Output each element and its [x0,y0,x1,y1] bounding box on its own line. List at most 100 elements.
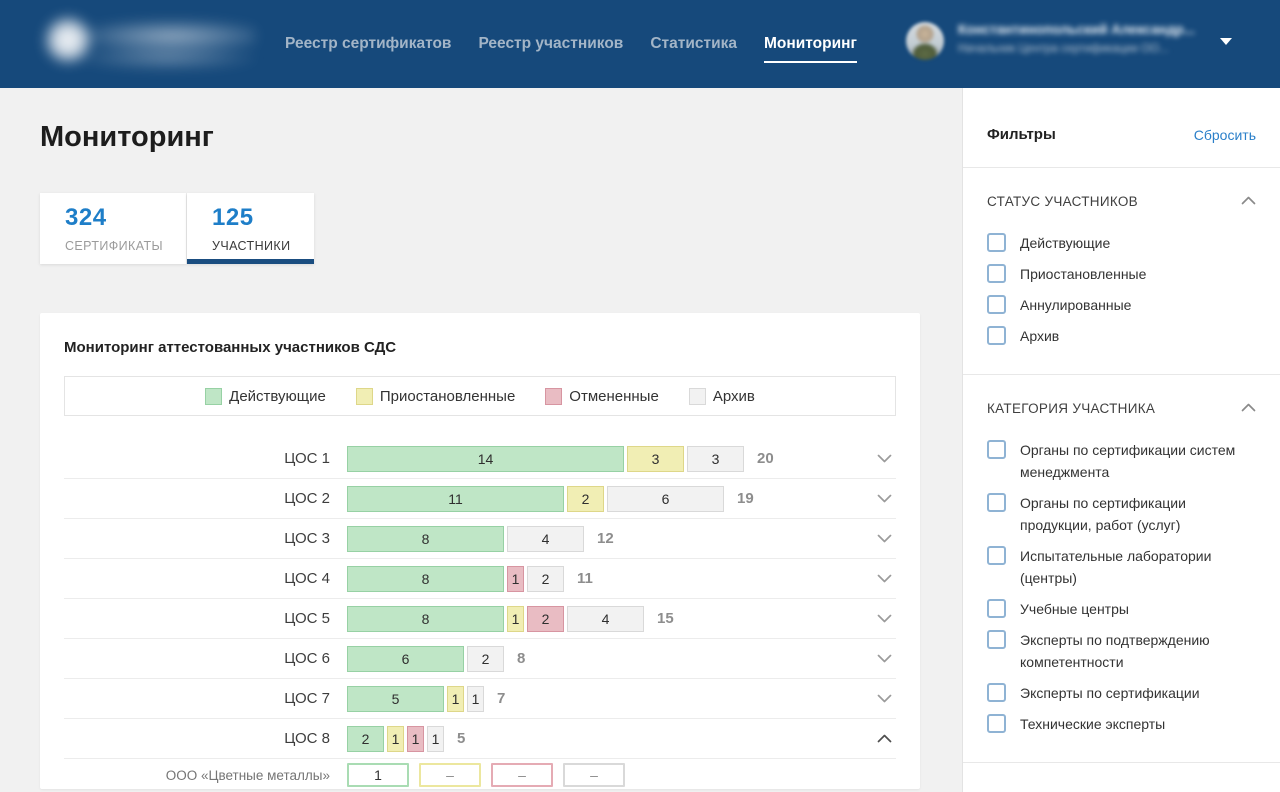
filters-reset-link[interactable]: Сбросить [1194,127,1256,143]
chart-row-1[interactable]: ЦОС 1143320 [64,439,896,479]
checkbox[interactable] [987,326,1006,345]
filter-checkbox-item[interactable]: Органы по сертификации систем менеджмент… [987,439,1256,483]
legend-label: Архив [713,388,755,405]
filters-header: Фильтры Сбросить [963,88,1280,168]
chevron-down-icon[interactable] [877,494,892,503]
monitoring-card: Мониторинг аттестованных участников СДС … [40,313,920,789]
checkbox-label: Эксперты по сертификации [1020,682,1200,704]
row-label: ЦОС 5 [64,610,330,627]
chart-row-3[interactable]: ЦОС 38412 [64,519,896,559]
legend-swatch-yellow [356,388,373,405]
chart-row-6[interactable]: ЦОС 6628 [64,639,896,679]
checkbox-label: Действующие [1020,232,1110,254]
filter-checkbox-item[interactable]: Приостановленные [987,263,1256,285]
filter-checkbox-item[interactable]: Технические эксперты [987,713,1256,735]
bar-segment-yellow: 3 [627,446,684,472]
stacked-bar: 2111 [347,726,444,752]
chevron-up-icon[interactable] [877,734,892,743]
user-meta: Константинопольский Александр... Начальн… [958,22,1206,55]
bar-segment-yellow: 1 [507,606,524,632]
filter-checkbox-item[interactable]: Эксперты по подтверждению компетентности [987,629,1256,673]
filter-checkbox-item[interactable]: Эксперты по сертификации [987,682,1256,704]
checkbox-label: Архив [1020,325,1059,347]
filter-checkbox-item[interactable]: Испытательные лаборатории (центры) [987,545,1256,589]
filter-checkbox-item[interactable]: Аннулированные [987,294,1256,316]
tab-1[interactable]: 324СЕРТИФИКАТЫ [40,193,186,264]
nav-item-1[interactable]: Реестр сертификатов [285,35,451,53]
checkbox[interactable] [987,493,1006,512]
checkbox-label: Органы по сертификации продукции, работ … [1020,492,1256,536]
legend-item-gray: Архив [689,388,755,405]
row-total: 20 [757,450,774,467]
chevron-down-icon[interactable] [877,454,892,463]
content-area: Мониторинг 324СЕРТИФИКАТЫ125УЧАСТНИКИ Мо… [0,88,962,792]
chevron-down-icon[interactable] [877,614,892,623]
filter-checkbox-item[interactable]: Учебные центры [987,598,1256,620]
checkbox[interactable] [987,295,1006,314]
nav-item-2[interactable]: Реестр участников [478,35,623,53]
bar-segment-red: 2 [527,606,564,632]
bar-segment-yellow: 1 [387,726,404,752]
chevron-down-icon[interactable] [877,534,892,543]
row-label: ЦОС 7 [64,690,330,707]
chevron-up-icon[interactable] [1241,192,1256,210]
chart-row-4[interactable]: ЦОС 481211 [64,559,896,599]
checkbox-label: Учебные центры [1020,598,1129,620]
filter-section-header[interactable]: КАТЕГОРИЯ УЧАСТНИКА [987,399,1256,417]
filter-items: Действующие Приостановленные Аннулированны… [987,232,1256,347]
filter-checkbox-item[interactable]: Действующие [987,232,1256,254]
filters-title: Фильтры [987,126,1056,143]
tab-2[interactable]: 125УЧАСТНИКИ [187,193,314,264]
checkbox-label: Технические эксперты [1020,713,1165,735]
logo [32,6,256,74]
chevron-down-icon[interactable] [877,654,892,663]
checkbox[interactable] [987,630,1006,649]
filter-section-1: СТАТУС УЧАСТНИКОВ Действующие Приостановле… [963,168,1280,375]
checkbox[interactable] [987,599,1006,618]
caret-down-icon[interactable] [1220,38,1232,45]
user-menu[interactable]: Константинопольский Александр... Начальн… [906,22,1232,60]
checkbox[interactable] [987,683,1006,702]
chart-row-8[interactable]: ЦОС 821115 [64,719,896,759]
chart-row-7[interactable]: ЦОС 75117 [64,679,896,719]
checkbox[interactable] [987,440,1006,459]
chevron-down-icon[interactable] [877,574,892,583]
stacked-bar: 1126 [347,486,724,512]
row-total: 8 [517,650,525,667]
checkbox[interactable] [987,233,1006,252]
checkbox-label: Испытательные лаборатории (центры) [1020,545,1256,589]
chart-row-5[interactable]: ЦОС 5812415 [64,599,896,639]
filter-checkbox-item[interactable]: Органы по сертификации продукции, работ … [987,492,1256,536]
nav-item-3[interactable]: Статистика [650,35,737,53]
user-role: Начальник Центра сертификации ОО... [958,43,1206,55]
checkbox[interactable] [987,546,1006,565]
bar-segment-red: 1 [507,566,524,592]
checkbox-label: Эксперты по подтверждению компетентности [1020,629,1256,673]
row-label: ЦОС 3 [64,530,330,547]
bar-segment-green: 2 [347,726,384,752]
filter-checkbox-item[interactable]: Архив [987,325,1256,347]
bar-segment-green: 11 [347,486,564,512]
row-total: 11 [577,570,593,587]
bar-segment-gray: 1 [467,686,484,712]
chart-row-2[interactable]: ЦОС 2112619 [64,479,896,519]
member-cell-yellow: – [419,763,481,787]
legend-item-green: Действующие [205,388,326,405]
row-label: ЦОС 1 [64,450,330,467]
bar-segment-red: 1 [407,726,424,752]
bar-segment-gray: 6 [607,486,724,512]
chevron-up-icon[interactable] [1241,399,1256,417]
card-title: Мониторинг аттестованных участников СДС [64,339,896,356]
member-cell-green: 1 [347,763,409,787]
checkbox[interactable] [987,264,1006,283]
member-row: ООО «Цветные металлы»1––– [64,759,896,789]
legend-label: Отмененные [569,388,659,405]
filter-section-2: КАТЕГОРИЯ УЧАСТНИКА Органы по сертификаци… [963,375,1280,763]
bar-segment-green: 8 [347,526,504,552]
checkbox[interactable] [987,714,1006,733]
filter-section-header[interactable]: СТАТУС УЧАСТНИКОВ [987,192,1256,210]
avatar [906,22,944,60]
chevron-down-icon[interactable] [877,694,892,703]
row-total: 7 [497,690,505,707]
nav-item-4[interactable]: Мониторинг [764,35,857,53]
